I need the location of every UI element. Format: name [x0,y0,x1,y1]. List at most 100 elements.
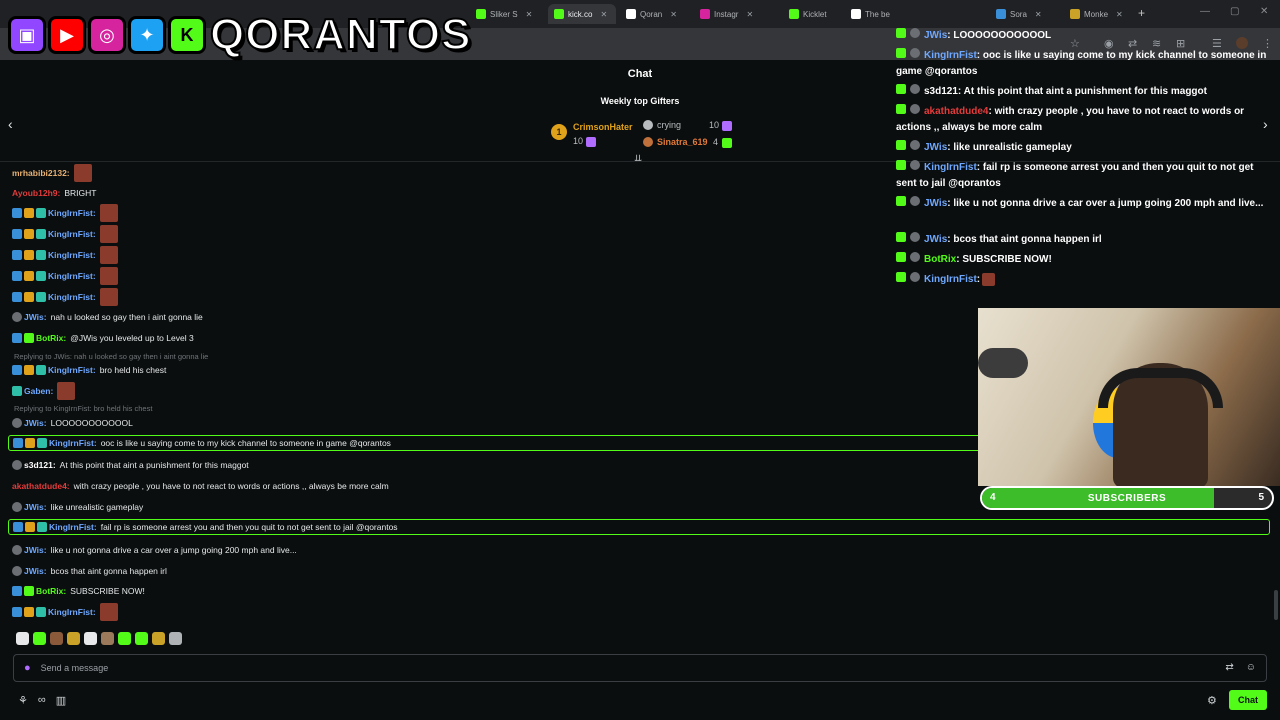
chevron-left-icon[interactable]: ‹ [8,116,13,132]
maximize-icon[interactable]: ▢ [1230,6,1239,17]
chat-username[interactable]: KingIrnFist: [49,438,97,448]
chat-username[interactable]: BotRix: [36,586,66,596]
chat-username[interactable]: KingIrnFist: [48,292,96,302]
user-badge-icon [36,271,46,281]
user-badge-icon [24,586,34,596]
browser-tab[interactable]: Monke ✕ [1064,4,1134,24]
emote-icon[interactable] [50,632,63,645]
points-icon[interactable]: ⚘ [18,694,28,707]
chat-username[interactable]: BotRix: [36,333,66,343]
gift-icon [586,137,596,147]
user-badge-icon [12,365,22,375]
emote-icon[interactable] [101,632,114,645]
gifter-name[interactable]: Sinatra_619 [657,137,708,147]
emote-icon[interactable] [135,632,148,645]
browser-tab[interactable]: Sora ✕ [990,4,1060,24]
gifter-name[interactable]: CrimsonHater [573,122,633,132]
overlay-username: akathatdude4 [924,106,989,117]
tab-favicon-icon [700,9,710,19]
chat-message: JWis: like u not gonna drive a car over a… [12,541,297,559]
close-icon[interactable]: ✕ [1116,10,1123,19]
close-icon[interactable]: ✕ [746,10,753,19]
user-avatar [12,502,22,512]
chat-message: KingIrnFist: [12,288,118,306]
new-tab-icon[interactable]: + [1138,6,1145,20]
tab-favicon-icon [476,9,486,19]
infinity-icon[interactable]: ∞ [38,694,46,707]
emote-icon[interactable] [16,632,29,645]
kick-badge-icon [896,104,906,114]
close-icon[interactable]: ✕ [526,10,533,19]
kick-icon: K [168,16,206,54]
chat-input[interactable] [40,663,1141,673]
close-icon[interactable]: ✕ [670,10,677,19]
user-badge-icon [12,250,22,260]
chat-username[interactable]: mrhabibi2132: [12,168,70,178]
browser-tab[interactable]: Kicklet [783,4,843,24]
chat-username[interactable]: JWis: [24,566,47,576]
chat-username[interactable]: Ayoub12h9: [12,188,60,198]
chat-username[interactable]: KingIrnFist: [48,250,96,260]
collapse-icon[interactable]: ⇊ [634,154,642,165]
chat-username[interactable]: JWis: [24,545,47,555]
emoji-icon[interactable]: ☺ [1246,662,1256,673]
twitter-icon: ✦ [128,16,166,54]
user-badge-icon [37,438,47,448]
chat-username[interactable]: KingIrnFist: [48,271,96,281]
emote-icon[interactable] [169,632,182,645]
chat-username[interactable]: KingIrnFist: [48,229,96,239]
emote-icon[interactable] [67,632,80,645]
chat-text: like u not gonna drive a car over a jump… [50,545,297,555]
browser-tab-active[interactable]: kick.co ✕ [548,4,616,24]
chat-username[interactable]: akathatdude4: [12,481,70,491]
browser-tab[interactable]: Instagr ✕ [694,4,782,24]
browser-tab[interactable]: The be [845,4,895,24]
translate-icon[interactable]: ⇄ [1225,662,1233,673]
user-badge-icon [37,522,47,532]
send-chat-button[interactable]: Chat [1229,690,1267,710]
user-badge-icon [25,438,35,448]
tab-favicon-icon [626,9,636,19]
emote-icon[interactable] [152,632,165,645]
chat-username[interactable]: KingIrnFist: [49,522,97,532]
emote-icon[interactable] [118,632,131,645]
kick-badge-icon [896,232,906,242]
user-avatar [910,272,920,282]
chat-input-box[interactable]: ● ⇄ ☺ [13,654,1267,682]
emote-icon[interactable] [33,632,46,645]
chat-username[interactable]: JWis: [24,312,47,322]
user-badge-icon [25,522,35,532]
overlay-username: JWis [924,234,948,245]
chat-username[interactable]: s3d121: [24,460,56,470]
close-window-icon[interactable]: ✕ [1260,6,1268,17]
scrollbar[interactable] [1274,590,1278,620]
kick-badge-icon [896,196,906,206]
user-badge-icon [13,522,23,532]
gift-box-icon[interactable]: ▥ [56,694,66,707]
gear-icon[interactable]: ⚙ [1207,694,1217,707]
chat-message: Ayoub12h9: BRIGHT [12,184,96,202]
overlay-chat-message: s3d121: At this point that aint a punish… [896,84,1276,100]
chat-username[interactable]: KingIrnFist: [48,607,96,617]
chat-text: nah u looked so gay then i aint gonna li… [50,312,203,322]
chat-message: KingIrnFist: [12,246,118,264]
chat-message: mrhabibi2132: [12,164,92,182]
user-avatar [910,160,920,170]
close-icon[interactable]: ✕ [600,10,607,19]
chat-username[interactable]: JWis: [24,502,47,512]
mic-icon[interactable]: ● [24,662,31,674]
close-icon[interactable]: ✕ [1035,10,1042,19]
emote-icon[interactable] [84,632,97,645]
user-badge-icon [12,229,22,239]
browser-tab[interactable]: Sliker S ✕ [470,4,546,24]
minimize-icon[interactable]: — [1200,6,1210,17]
chat-username[interactable]: KingIrnFist: [48,208,96,218]
overlay-username: JWis [924,30,948,41]
user-badge-icon [12,607,22,617]
chat-username[interactable]: KingIrnFist: [48,365,96,375]
user-avatar [12,418,22,428]
user-badge-icon [12,271,22,281]
chat-username[interactable]: Gaben: [24,386,53,396]
browser-tab[interactable]: Qoran ✕ [620,4,690,24]
chat-username[interactable]: JWis: [24,418,47,428]
